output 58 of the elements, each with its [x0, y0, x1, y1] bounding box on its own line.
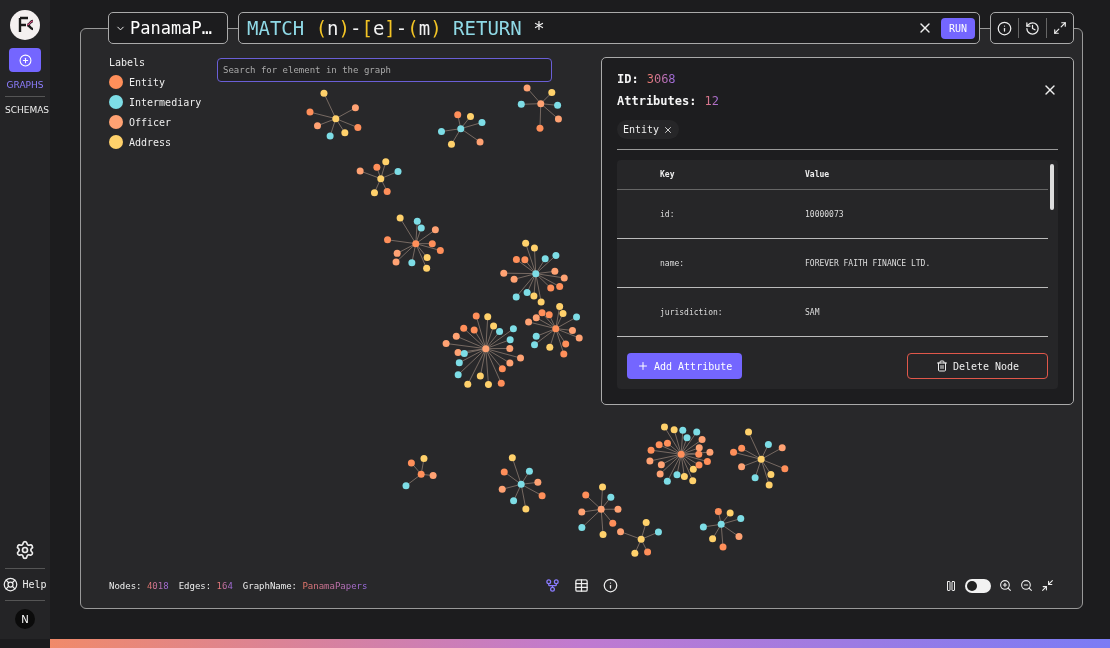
plus-icon — [637, 360, 649, 372]
table-cell-text: 10000073 — [805, 209, 845, 219]
pause-icon — [945, 579, 957, 592]
help-button[interactable]: Help — [3, 577, 47, 592]
nav-item[interactable]: GRAPHS — [5, 80, 45, 97]
zoom-in-icon — [999, 579, 1012, 592]
label-name[interactable]: Officer — [129, 116, 172, 128]
fork-icon — [545, 578, 560, 593]
table-view-button[interactable] — [574, 578, 589, 593]
create-graph-button[interactable] — [9, 48, 41, 72]
info-view-button[interactable] — [603, 578, 618, 593]
trash-icon — [935, 360, 948, 372]
table-cell-text: SAM — [805, 307, 821, 317]
settings-icon — [15, 540, 35, 560]
run-button[interactable]: RUN — [940, 17, 975, 39]
query-editor[interactable]: MATCH (n)-[e]-(m) RETURN * RUN — [238, 12, 980, 44]
graph-stat: Edges: 164 — [178, 580, 233, 591]
zoom-out-icon — [1020, 579, 1033, 592]
shrink-icon — [1041, 579, 1054, 592]
graph-view-button[interactable] — [545, 578, 560, 593]
add-icon — [18, 53, 32, 67]
add-attribute-button[interactable]: Add Attribute — [627, 353, 743, 379]
remove-icon[interactable] — [663, 124, 674, 135]
column-header: Key — [660, 170, 676, 179]
info-button[interactable] — [997, 20, 1012, 36]
user-avatar[interactable]: N — [15, 609, 35, 629]
table-icon — [574, 578, 589, 593]
node-id: ID: 3068 — [617, 72, 677, 86]
zoom-in-button[interactable] — [999, 579, 1012, 592]
table-cell-text: name: — [660, 258, 686, 268]
delete-node-button[interactable]: Delete Node — [907, 353, 1048, 379]
scrollbar-thumb[interactable] — [1050, 164, 1054, 210]
column-header: Value — [805, 170, 831, 179]
help-icon — [3, 577, 19, 592]
animation-switch[interactable] — [965, 578, 991, 593]
app-logo[interactable] — [10, 10, 40, 40]
graph-stat: Nodes: 4018 — [109, 580, 169, 591]
zoom-out-button[interactable] — [1020, 579, 1033, 592]
history-button[interactable] — [1025, 20, 1040, 36]
attribute-count: Attributes: 12 — [617, 94, 719, 108]
label-name[interactable]: Intermediary — [129, 96, 202, 108]
expand-icon — [1053, 21, 1067, 35]
pause-button[interactable] — [945, 579, 957, 592]
fit-button[interactable] — [1041, 579, 1054, 592]
label-chip: Entity — [617, 120, 680, 139]
table-cell-text: FOREVER FAITH FINANCE LTD. — [805, 258, 932, 268]
table-cell-text: jurisdiction: — [660, 307, 724, 317]
label-name[interactable]: Address — [129, 136, 172, 148]
fullscreen-button[interactable] — [1053, 21, 1067, 35]
search-field[interactable]: Search for element in the graph — [217, 58, 552, 82]
history-icon — [1025, 20, 1040, 36]
legend-title: Labels — [109, 57, 147, 68]
table-cell-text: id: — [660, 209, 676, 219]
info-icon — [603, 578, 618, 593]
graph-select[interactable]: PanamaP… — [108, 12, 228, 44]
settings-button[interactable] — [15, 540, 35, 560]
info-icon — [997, 20, 1012, 36]
label-name[interactable]: Entity — [129, 76, 166, 88]
